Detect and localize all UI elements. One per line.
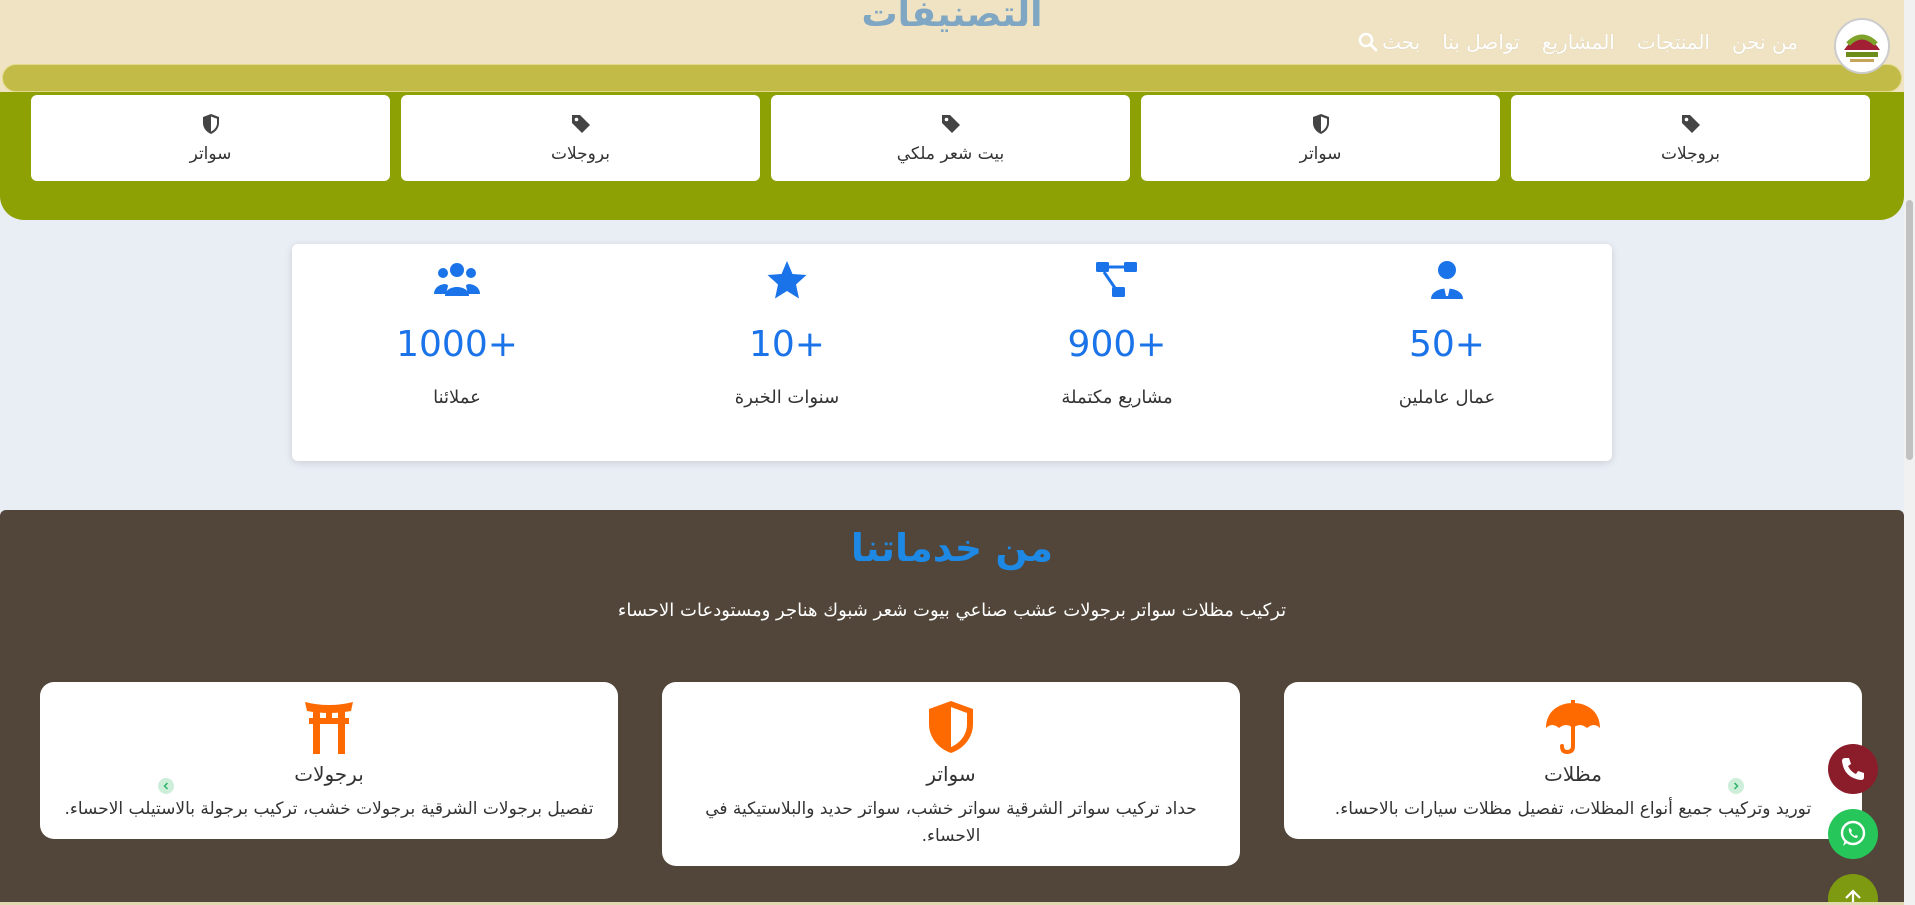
category-card[interactable]: بروجلات [1511, 95, 1870, 181]
users-icon [434, 263, 480, 296]
stat-label: عمال عاملين [1398, 387, 1496, 408]
stat-experience: 10+ سنوات الخبرة [622, 244, 952, 461]
phone-icon [1842, 758, 1864, 780]
services-section: من خدماتنا تركيب مظلات سواتر برجولات عشب… [0, 510, 1904, 905]
stat-label: مشاريع مكتملة [1061, 387, 1173, 408]
shield-icon [202, 114, 219, 134]
shield-halved-icon [929, 701, 973, 753]
services-title: من خدماتنا [850, 526, 1054, 570]
service-card-screens[interactable]: سواتر حداد تركيب سواتر الشرقية سواتر خشب… [662, 682, 1240, 866]
category-card[interactable]: سواتر [31, 95, 390, 181]
chevron-left-icon [163, 782, 169, 790]
category-label: سواتر [1299, 144, 1342, 164]
star-icon [767, 261, 807, 299]
scrollbar-thumb[interactable] [1906, 200, 1913, 460]
umbrella-icon [1546, 700, 1600, 754]
category-label: بيت شعر ملكي [896, 144, 1005, 164]
stat-number: 900+ [1067, 324, 1167, 365]
header-strip [2, 64, 1902, 92]
carousel-dot[interactable] [1728, 778, 1744, 794]
category-label: بروجلات [551, 144, 610, 164]
chevron-right-icon [1733, 782, 1739, 790]
service-name: مظلات [1544, 762, 1602, 786]
project-diagram-icon [1096, 262, 1137, 297]
service-desc: توريد وتركيب جميع أنواع المظلات، تفصيل م… [1334, 799, 1812, 819]
stat-workers: 50+ عمال عاملين [1282, 244, 1612, 461]
services-subtitle: تركيب مظلات سواتر برجولات عشب صناعي بيوت… [617, 600, 1287, 621]
services-row: برجولات تفصيل برجولات الشرقية برجولات خش… [40, 682, 1862, 866]
page-title: التصنيفات [861, 0, 1043, 35]
stat-label: سنوات الخبرة [734, 387, 840, 408]
whatsapp-button[interactable] [1828, 809, 1878, 859]
user-tie-icon [1431, 261, 1463, 299]
stat-number: 50+ [1409, 324, 1485, 365]
service-name: برجولات [294, 762, 364, 786]
whatsapp-icon [1840, 820, 1866, 846]
shield-icon [1312, 114, 1329, 134]
stat-number: 1000+ [396, 324, 518, 365]
category-card[interactable]: سواتر [1141, 95, 1500, 181]
category-label: سواتر [189, 144, 232, 164]
category-label: بروجلات [1661, 144, 1720, 164]
category-card[interactable]: بروجلات [401, 95, 760, 181]
stat-clients: 1000+ عملائنا [292, 244, 622, 461]
stats-panel: 1000+ عملائنا 10+ سنوات الخبرة 900+ مشار… [292, 244, 1612, 461]
service-name: سواتر [926, 762, 976, 786]
stat-number: 10+ [749, 324, 825, 365]
service-desc: حداد تركيب سواتر الشرقية سواتر خشب، سوات… [705, 799, 1197, 846]
tag-icon [1681, 115, 1700, 133]
call-button[interactable] [1828, 744, 1878, 794]
tag-icon [571, 115, 590, 133]
tag-icon [941, 115, 960, 133]
service-desc: تفصيل برجولات الشرقية برجولات خشب، تركيب… [64, 799, 594, 819]
carousel-dot[interactable] [158, 778, 174, 794]
torii-gate-icon [305, 702, 353, 754]
stat-label: عملائنا [433, 387, 481, 408]
stat-projects: 900+ مشاريع مكتملة [952, 244, 1282, 461]
categories-row: سواتر بروجلات بيت شعر ملكي سواتر بروجلات [31, 95, 1870, 181]
search-icon [1358, 32, 1378, 52]
page-scrollbar[interactable] [1904, 0, 1915, 905]
service-card-umbrellas[interactable]: مظلات توريد وتركيب جميع أنواع المظلات، ت… [1284, 682, 1862, 839]
category-card[interactable]: بيت شعر ملكي [771, 95, 1130, 181]
service-card-pergolas[interactable]: برجولات تفصيل برجولات الشرقية برجولات خش… [40, 682, 618, 839]
